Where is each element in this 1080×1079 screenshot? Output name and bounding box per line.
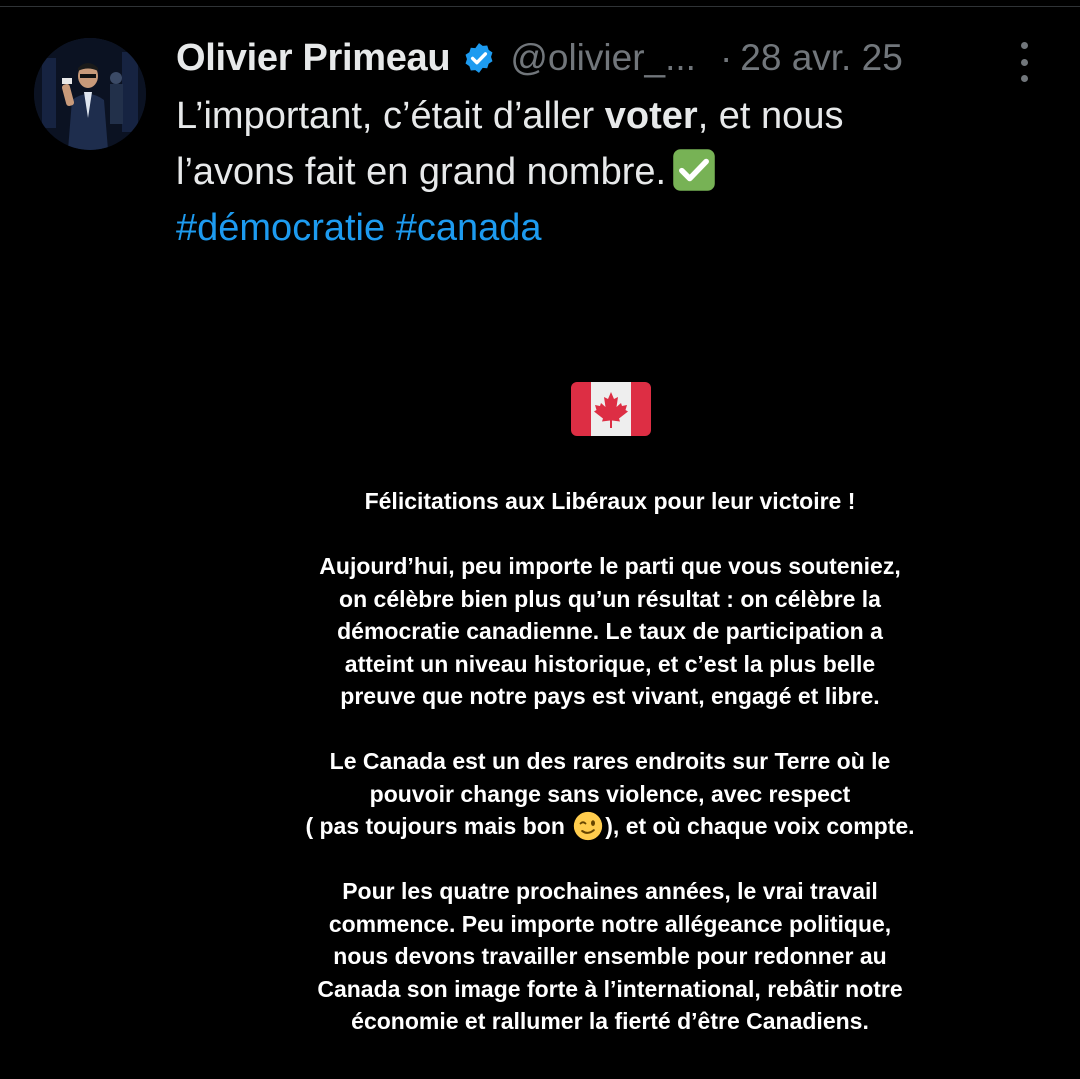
hashtag-link-canada[interactable]: #canada xyxy=(396,207,542,249)
image-line: Pour les quatre prochaines années, le vr… xyxy=(342,878,878,904)
image-heading: Félicitations aux Libéraux pour leur vic… xyxy=(364,488,856,514)
tweet-text: L’important, c’était d’aller voter, et n… xyxy=(176,88,1046,256)
image-paragraph-2: Aujourd’hui, peu importe le parti que vo… xyxy=(180,550,1040,713)
tweet-text-segment: L’important, c’était d’aller xyxy=(176,95,605,137)
tweet-text-segment: l’avons fait en grand nombre. xyxy=(176,151,667,193)
verified-badge-icon xyxy=(465,43,493,73)
tweet-hashtags: #démocratie #canada xyxy=(176,200,1046,256)
image-line-segment: ( pas toujours mais bon xyxy=(305,813,565,839)
header-separator: · xyxy=(719,37,733,78)
author-handle[interactable]: @olivier_... xyxy=(510,37,696,79)
more-dot xyxy=(1020,75,1028,82)
image-line: démocratie canadienne. Le taux de partic… xyxy=(337,618,883,644)
author-name[interactable]: Olivier Primeau xyxy=(176,37,451,80)
winking-face-icon xyxy=(574,811,603,841)
attached-image-text[interactable]: Félicitations aux Libéraux pour leur vic… xyxy=(180,485,1040,1070)
image-line: commence. Peu importe notre allégeance p… xyxy=(328,910,892,937)
image-line: nous devons travailler ensemble pour red… xyxy=(333,943,887,969)
top-divider xyxy=(0,6,1080,7)
tweet-header: Olivier Primeau @olivier_... · 28 avr. 2… xyxy=(176,36,903,80)
tweet-text-segment: , et nous xyxy=(697,95,844,137)
more-dot xyxy=(1020,58,1028,66)
image-line: économie et rallumer la fierté d’être Ca… xyxy=(351,1008,869,1034)
hashtag-link-democratie[interactable]: #démocratie xyxy=(176,207,385,249)
image-paragraph-1: Félicitations aux Libéraux pour leur vic… xyxy=(180,485,1040,518)
author-avatar[interactable] xyxy=(34,38,146,150)
tweet-date[interactable]: 28 avr. 25 xyxy=(740,37,903,79)
image-line: Aujourd’hui, peu importe le parti que vo… xyxy=(319,553,901,579)
image-line-with-emoji: ( pas toujours mais bon ), et où chaque … xyxy=(180,810,1040,843)
image-line: preuve que notre pays est vivant, engagé… xyxy=(340,683,880,709)
image-line: Canada son image forte à l’international… xyxy=(317,975,903,1002)
image-line: atteint un niveau historique, et c’est l… xyxy=(344,650,876,677)
more-options-icon[interactable] xyxy=(1012,42,1036,82)
image-paragraph-4: Pour les quatre prochaines années, le vr… xyxy=(180,875,1040,1038)
more-dot xyxy=(1020,42,1028,49)
tweet-line-2: l’avons fait en grand nombre. xyxy=(176,144,1046,200)
canada-flag-icon xyxy=(571,382,651,436)
image-paragraph-3: Le Canada est un des rares endroits sur … xyxy=(180,745,1040,843)
image-line: on célèbre bien plus qu’un résultat : on… xyxy=(339,585,881,612)
tweet-line-1: L’important, c’était d’aller voter, et n… xyxy=(176,88,1046,144)
image-line: pouvoir change sans violence, avec respe… xyxy=(369,780,851,807)
tweet-text-bold: voter xyxy=(604,95,698,137)
image-line-segment: ), et où chaque voix compte. xyxy=(605,813,915,839)
check-mark-button-icon xyxy=(673,149,715,191)
image-line: Le Canada est un des rares endroits sur … xyxy=(329,748,891,774)
avatar-photo-icon xyxy=(34,38,146,150)
